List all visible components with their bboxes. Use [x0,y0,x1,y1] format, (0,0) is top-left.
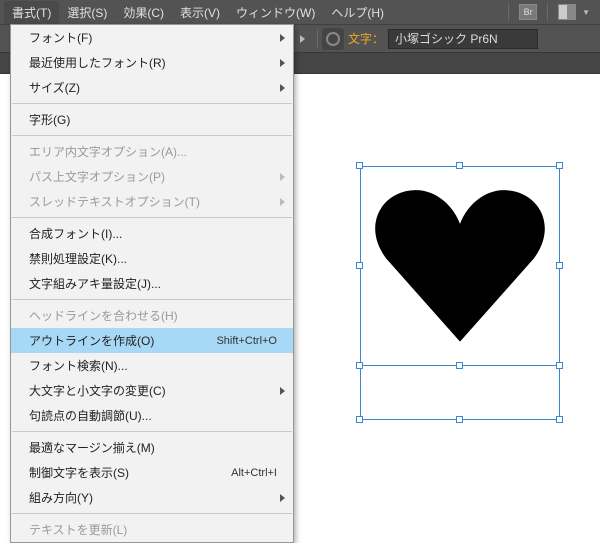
menu-item: パス上文字オプション(P) [11,164,293,189]
layout-icon[interactable] [558,4,576,20]
separator [508,3,509,21]
heart-shape[interactable] [368,176,552,360]
menu-item[interactable]: 合成フォント(I)... [11,221,293,246]
menu-separator [12,103,292,104]
menu-item-label: 制御文字を表示(S) [29,464,231,481]
menu-item-label: ヘッドラインを合わせる(H) [29,307,283,324]
menu-item-label: パス上文字オプション(P) [29,168,283,185]
menu-item-label: 最近使用したフォント(R) [29,54,283,71]
menu-separator [12,431,292,432]
handle-bottom-left[interactable] [356,416,363,423]
font-label: 文字： [348,30,384,47]
menu-item-label: 大文字と小文字の変更(C) [29,382,283,399]
menu-view[interactable]: 表示(V) [172,1,228,24]
menu-separator [12,513,292,514]
handle-top-right[interactable] [556,162,563,169]
menu-item-label: テキストを更新(L) [29,521,283,538]
menu-item-label: エリア内文字オプション(A)... [29,143,283,160]
menu-separator [12,299,292,300]
handle-top-left[interactable] [356,162,363,169]
menu-item-label: フォント(F) [29,29,283,46]
menu-window[interactable]: ウィンドウ(W) [228,1,323,24]
handle-top-mid[interactable] [456,162,463,169]
menu-item-label: フォント検索(N)... [29,357,283,374]
menu-item[interactable]: 大文字と小文字の変更(C) [11,378,293,403]
menu-item[interactable]: サイズ(Z) [11,75,293,100]
menu-item-label: 合成フォント(I)... [29,225,283,242]
menu-shortcut: Shift+Ctrl+O [216,335,277,347]
submenu-arrow-icon [280,84,285,92]
handle-mid-right[interactable] [556,262,563,269]
menu-item[interactable]: フォント検索(N)... [11,353,293,378]
submenu-arrow-icon [280,198,285,206]
menu-item-label: 組み方向(Y) [29,489,283,506]
menu-item: スレッドテキストオプション(T) [11,189,293,214]
menu-item[interactable]: フォント(F) [11,25,293,50]
menu-effect[interactable]: 効果(C) [115,1,172,24]
separator [547,3,548,21]
menu-item[interactable]: 句読点の自動調節(U)... [11,403,293,428]
menu-item: エリア内文字オプション(A)... [11,139,293,164]
menu-item-label: スレッドテキストオプション(T) [29,193,283,210]
handle-inner-bottom-mid[interactable] [456,362,463,369]
dropdown-arrow-icon[interactable]: ▼ [582,8,590,17]
menubar: 書式(T) 選択(S) 効果(C) 表示(V) ウィンドウ(W) ヘルプ(H) … [0,0,600,24]
submenu-arrow-icon [280,34,285,42]
menu-item[interactable]: 禁則処理設定(K)... [11,246,293,271]
handle-mid-left[interactable] [356,262,363,269]
menu-item: テキストを更新(L) [11,517,293,542]
type-menu-dropdown: フォント(F) 最近使用したフォント(R) サイズ(Z) 字形(G) エリア内文字オプシ… [10,24,294,543]
menu-item-label: 句読点の自動調節(U)... [29,407,283,424]
handle-inner-bottom-left[interactable] [356,362,363,369]
menu-type[interactable]: 書式(T) [4,1,59,24]
canvas[interactable] [300,74,600,500]
menu-select[interactable]: 選択(S) [59,1,115,24]
collapse-arrow-icon[interactable] [300,35,305,43]
menubar-icons: Br ▼ [504,3,600,21]
menu-item-label: サイズ(Z) [29,79,283,96]
separator [317,30,318,48]
submenu-arrow-icon [280,494,285,502]
menu-item[interactable]: 組み方向(Y) [11,485,293,510]
selection-bbox[interactable] [360,166,561,421]
menu-item-label: 文字組みアキ量設定(J)... [29,275,283,292]
menu-item-label: 禁則処理設定(K)... [29,250,283,267]
menu-item-label: 字形(G) [29,111,283,128]
menu-item[interactable]: 制御文字を表示(S)Alt+Ctrl+I [11,460,293,485]
bridge-icon[interactable]: Br [519,4,537,20]
menu-item: ヘッドラインを合わせる(H) [11,303,293,328]
character-panel-icon[interactable] [322,28,344,50]
submenu-arrow-icon [280,387,285,395]
menu-item[interactable]: 字形(G) [11,107,293,132]
menu-item-label: 最適なマージン揃え(M) [29,439,283,456]
menu-help[interactable]: ヘルプ(H) [323,1,392,24]
handle-inner-bottom-right[interactable] [556,362,563,369]
menu-item[interactable]: 文字組みアキ量設定(J)... [11,271,293,296]
menu-item[interactable]: 最近使用したフォント(R) [11,50,293,75]
menu-item[interactable]: 最適なマージン揃え(M) [11,435,293,460]
handle-bottom-right[interactable] [556,416,563,423]
menu-shortcut: Alt+Ctrl+I [231,467,277,479]
submenu-arrow-icon [280,173,285,181]
menu-separator [12,135,292,136]
font-family-input[interactable] [388,29,538,49]
handle-bottom-mid[interactable] [456,416,463,423]
menu-item-label: アウトラインを作成(O) [29,332,216,349]
submenu-arrow-icon [280,59,285,67]
menu-item[interactable]: アウトラインを作成(O)Shift+Ctrl+O [11,328,293,353]
menu-separator [12,217,292,218]
